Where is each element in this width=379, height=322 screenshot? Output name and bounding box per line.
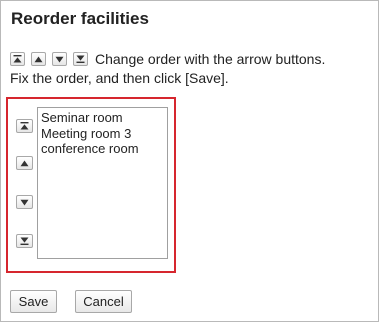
- facility-order-list[interactable]: Seminar room Meeting room 3 conference r…: [37, 107, 168, 259]
- cancel-button[interactable]: Cancel: [75, 290, 132, 313]
- move-to-top-button[interactable]: [16, 119, 33, 133]
- instruction-line-1: Change order with the arrow buttons.: [10, 51, 325, 67]
- move-down-icon: [52, 52, 67, 66]
- move-bottom-icon: [20, 237, 29, 245]
- move-up-icon: [31, 52, 46, 66]
- move-bottom-icon: [73, 52, 88, 66]
- list-item[interactable]: conference room: [41, 141, 164, 157]
- move-top-icon: [20, 122, 29, 130]
- order-editor-highlight: Seminar room Meeting room 3 conference r…: [6, 97, 176, 273]
- save-button[interactable]: Save: [10, 290, 57, 313]
- list-item[interactable]: Meeting room 3: [41, 126, 164, 142]
- page-title: Reorder facilities: [11, 9, 149, 28]
- reorder-facilities-panel: Reorder facilities Change order with the…: [0, 0, 379, 322]
- instruction-text: Change order with the arrow buttons.: [95, 51, 326, 67]
- move-up-button[interactable]: [16, 156, 33, 170]
- move-down-button[interactable]: [16, 195, 33, 209]
- move-down-icon: [20, 199, 29, 205]
- instruction-line-2: Fix the order, and then click [Save].: [10, 70, 229, 86]
- list-item[interactable]: Seminar room: [41, 110, 164, 126]
- move-top-icon: [10, 52, 25, 66]
- move-to-bottom-button[interactable]: [16, 234, 33, 248]
- move-up-icon: [20, 160, 29, 166]
